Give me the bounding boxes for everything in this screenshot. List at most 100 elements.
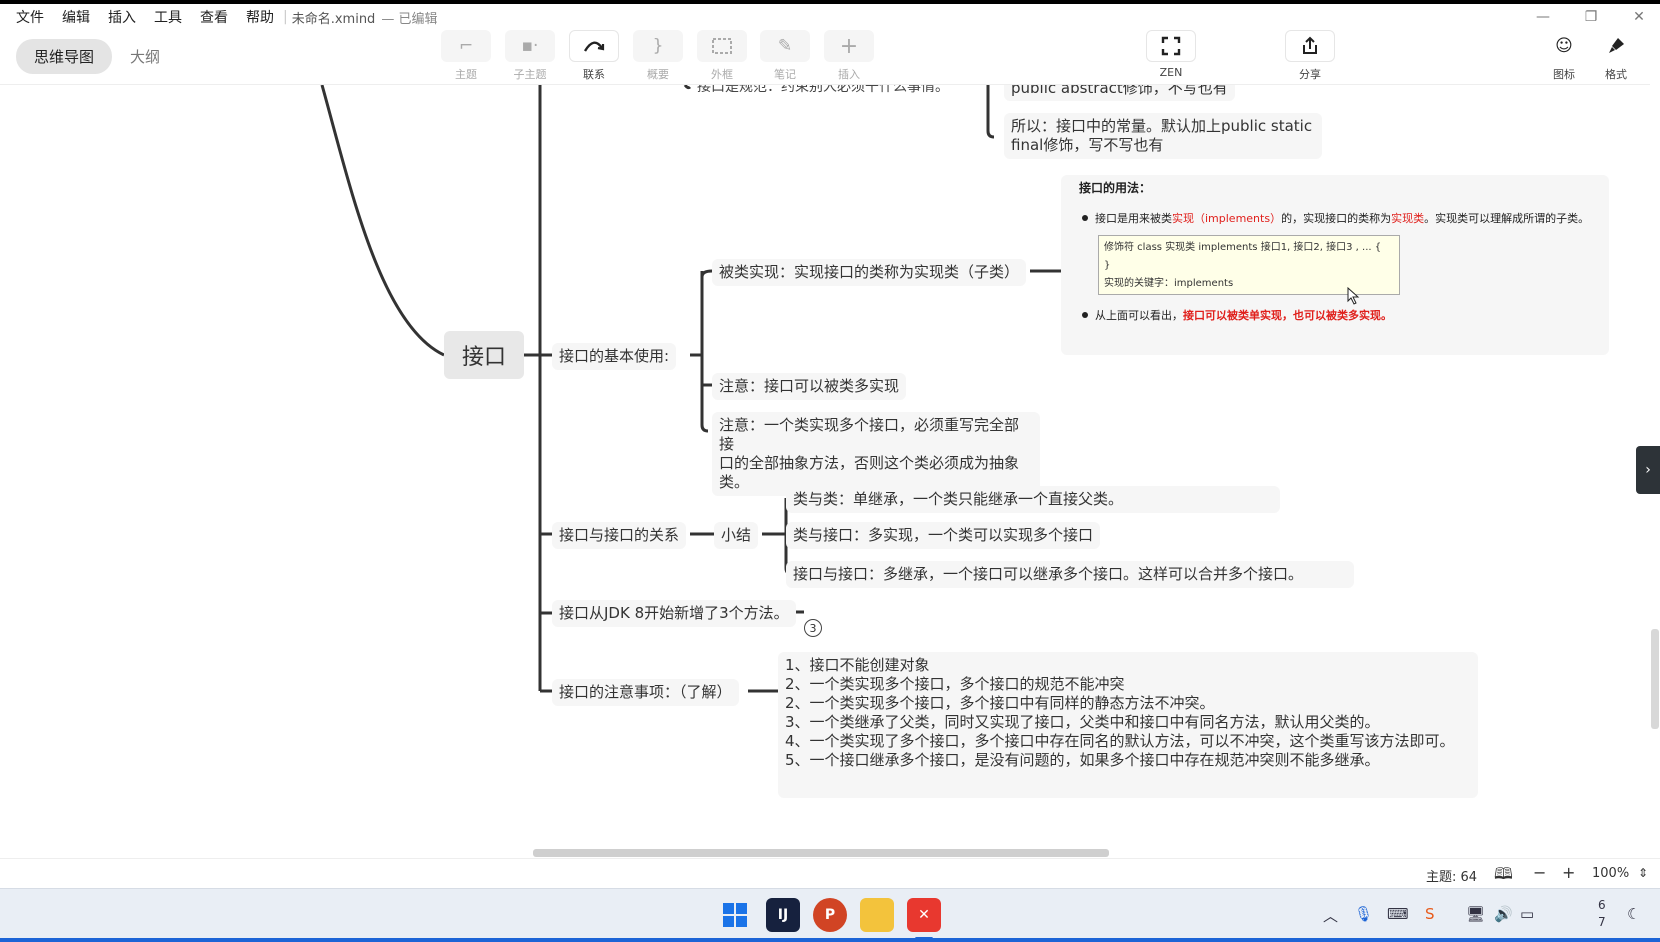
node-constants[interactable]: 所以：接口中的常量。默认加上public static final修饰，写不写也… [1004, 113, 1322, 159]
clock-line-1: 6 [1598, 898, 1606, 912]
menu-bar: 文件 编辑 插入 工具 查看 帮助 | 未命名.xmind — 已编辑 [0, 4, 1660, 30]
plus-icon: + [824, 30, 874, 62]
format-panel-button[interactable]: 格式 [1591, 30, 1641, 84]
boundary-label: 外框 [711, 68, 733, 81]
zen-label: ZEN [1159, 66, 1183, 79]
network-icon[interactable]: 🖥 [1466, 905, 1485, 923]
note-b2-pre: 从上面可以看出， [1095, 309, 1183, 322]
node-basic-use[interactable]: 接口的基本使用: [552, 343, 677, 370]
microphone-icon[interactable]: 🎙 [1354, 905, 1373, 923]
clock-line-2: 7 [1598, 915, 1606, 929]
summary-button[interactable]: } 概要 [633, 30, 683, 84]
node-attention-override[interactable]: 注意：一个类实现多个接口，必须重写完全部接 口的全部抽象方法，否则这个类必须成为… [712, 412, 1040, 496]
topic-icon: ⌐ [441, 30, 491, 62]
node-partial-spec[interactable]: 接口是规范：约束别人必须干什么事情。 [690, 85, 956, 101]
boundary-button[interactable]: 外框 [697, 30, 747, 84]
zen-button[interactable]: ZEN [1146, 30, 1196, 84]
smiley-icon: ☺ [1539, 30, 1589, 62]
node-class-class[interactable]: 类与类：单继承，一个类只能继承一个直接父类。 [786, 486, 1280, 513]
intellij-idea-icon[interactable]: IJ [766, 898, 800, 932]
notes-line-3: 2、一个类实现多个接口，多个接口中有同样的静态方法不冲突。 [785, 694, 1215, 712]
menu-edit[interactable]: 编辑 [53, 7, 99, 27]
menu-separator: | [283, 9, 288, 25]
menu-help[interactable]: 帮助 [237, 7, 283, 27]
view-switch: 思维导图 大纲 [16, 38, 192, 74]
menu-insert[interactable]: 插入 [99, 7, 145, 27]
menu-tools[interactable]: 工具 [145, 7, 191, 27]
close-button[interactable]: ✕ [1619, 4, 1659, 30]
toolbar: 思维导图 大纲 ⌐ 主题 ▪· 子主题 联系 } 概要 外框 ✎ 笔记 + 插入… [0, 30, 1660, 84]
show-hidden-icons-chevron-icon[interactable]: ︿ [1323, 905, 1338, 926]
zoom-in-button[interactable]: + [1562, 863, 1575, 882]
chevron-right-icon: › [1645, 462, 1651, 478]
note-b1-red1: 实现（implements） [1172, 212, 1282, 225]
menu-view[interactable]: 查看 [191, 7, 237, 27]
status-bar: 主题: 64 🕮 − + 100% ⇕ [0, 858, 1660, 888]
note-image-usage[interactable]: 接口的用法： 接口是用来被类实现（implements）的，实现接口的类称为实现… [1061, 175, 1609, 355]
node-notes-title[interactable]: 接口的注意事项：（了解） [552, 679, 739, 706]
collapsed-count-badge[interactable]: 3 [804, 619, 822, 637]
note-button[interactable]: ✎ 笔记 [760, 30, 810, 84]
os-taskbar: IJ P ✕ ︿ 🎙 ⌨ S 🖥 🔊 ▭ 6 7 ☾ [0, 888, 1660, 942]
insert-button[interactable]: + 插入 [824, 30, 874, 84]
clock[interactable]: 6 7 [1598, 897, 1606, 931]
file-explorer-icon[interactable] [860, 898, 894, 932]
node-attention-multi-impl[interactable]: 注意：接口可以被类多实现 [712, 373, 907, 400]
relation-label: 联系 [583, 68, 605, 81]
topic-button[interactable]: ⌐ 主题 [441, 30, 491, 84]
share-label: 分享 [1299, 68, 1321, 81]
subtopic-label: 子主题 [513, 68, 547, 81]
notification-moon-icon[interactable]: ☾ [1627, 905, 1640, 923]
sogou-ime-icon[interactable]: S [1425, 905, 1435, 923]
map-view-icon[interactable]: 🕮 [1494, 863, 1513, 890]
node-class-interface[interactable]: 类与接口：多实现，一个类可以实现多个接口 [786, 522, 1101, 549]
code-line-2: } [1104, 260, 1111, 271]
note-b1-red2: 实现类 [1391, 212, 1425, 225]
zoom-stepper-icon[interactable]: ⇕ [1638, 866, 1648, 880]
file-name: 未命名.xmind [291, 11, 376, 27]
node-interface-interface[interactable]: 接口与接口：多继承，一个接口可以继承多个接口。这样可以合并多个接口。 [786, 561, 1354, 588]
node-attention-line1: 注意：一个类实现多个接口，必须重写完全部接 [719, 416, 1020, 453]
note-heading: 接口的用法： [1079, 181, 1152, 195]
node-interface-relation[interactable]: 接口与接口的关系 [552, 522, 687, 549]
note-label: 笔记 [774, 68, 796, 81]
summary-label: 概要 [647, 68, 669, 81]
note-b1-mid: 的，实现接口的类称为 [1281, 212, 1392, 225]
node-jdk8-methods[interactable]: 接口从JDK 8开始新增了3个方法。 [552, 600, 796, 627]
icon-panel-button[interactable]: ☺ 图标 [1539, 30, 1589, 84]
code-snippet-box: 修饰符 class 实现类 implements 接口1, 接口2, 接口3 ,… [1098, 235, 1400, 295]
notes-line-4: 3、一个类继承了父类，同时又实现了接口，父类中和接口中有同名方法，默认用父类的。 [785, 713, 1380, 731]
node-partial-abstract[interactable]: public abstract修饰，不写也有 [1004, 85, 1235, 101]
central-topic[interactable]: 接口 [444, 331, 524, 379]
menu-file[interactable]: 文件 [0, 7, 53, 27]
vertical-scroll-thumb[interactable] [1651, 629, 1659, 729]
topic-count: 主题: 64 [1426, 870, 1478, 885]
node-implemented-by-class[interactable]: 被类实现：实现接口的类称为实现类（子类） [712, 259, 1027, 286]
node-notes-list[interactable]: 1、接口不能创建对象 2、一个类实现多个接口，多个接口的规范不能冲突 2、一个类… [778, 652, 1478, 798]
screen-bottom-accent [0, 938, 1660, 942]
mindmap-canvas[interactable]: 接口是规范：约束别人必须干什么事情。 public abstract修饰，不写也… [0, 84, 1650, 846]
share-button[interactable]: 分享 [1285, 30, 1335, 84]
view-mindmap-tab[interactable]: 思维导图 [16, 38, 113, 74]
subtopic-button[interactable]: ▪· 子主题 [505, 30, 555, 84]
insert-label: 插入 [838, 68, 860, 81]
horizontal-scrollbar[interactable] [0, 846, 1650, 858]
edit-status: — 已编辑 [381, 11, 438, 27]
relation-button[interactable]: 联系 [569, 30, 619, 84]
icon-panel-label: 图标 [1553, 68, 1575, 81]
powerpoint-icon[interactable]: P [813, 898, 847, 932]
battery-icon[interactable]: ▭ [1520, 905, 1534, 923]
xmind-app-icon[interactable]: ✕ [907, 898, 941, 932]
volume-icon[interactable]: 🔊 [1494, 905, 1513, 923]
node-summary[interactable]: 小结 [714, 522, 759, 549]
windows-start-icon[interactable] [718, 898, 752, 932]
minimize-button[interactable]: — [1523, 4, 1563, 30]
maximize-button[interactable]: ❐ [1571, 4, 1611, 30]
side-panel-toggle[interactable]: › [1636, 446, 1660, 494]
zoom-level[interactable]: 100% [1592, 866, 1629, 881]
input-method-icon[interactable]: ⌨ [1387, 905, 1409, 923]
fullscreen-icon [1146, 30, 1196, 62]
zoom-out-button[interactable]: − [1533, 863, 1546, 882]
horizontal-scroll-thumb[interactable] [533, 849, 1109, 857]
view-outline-tab[interactable]: 大纲 [112, 39, 178, 74]
